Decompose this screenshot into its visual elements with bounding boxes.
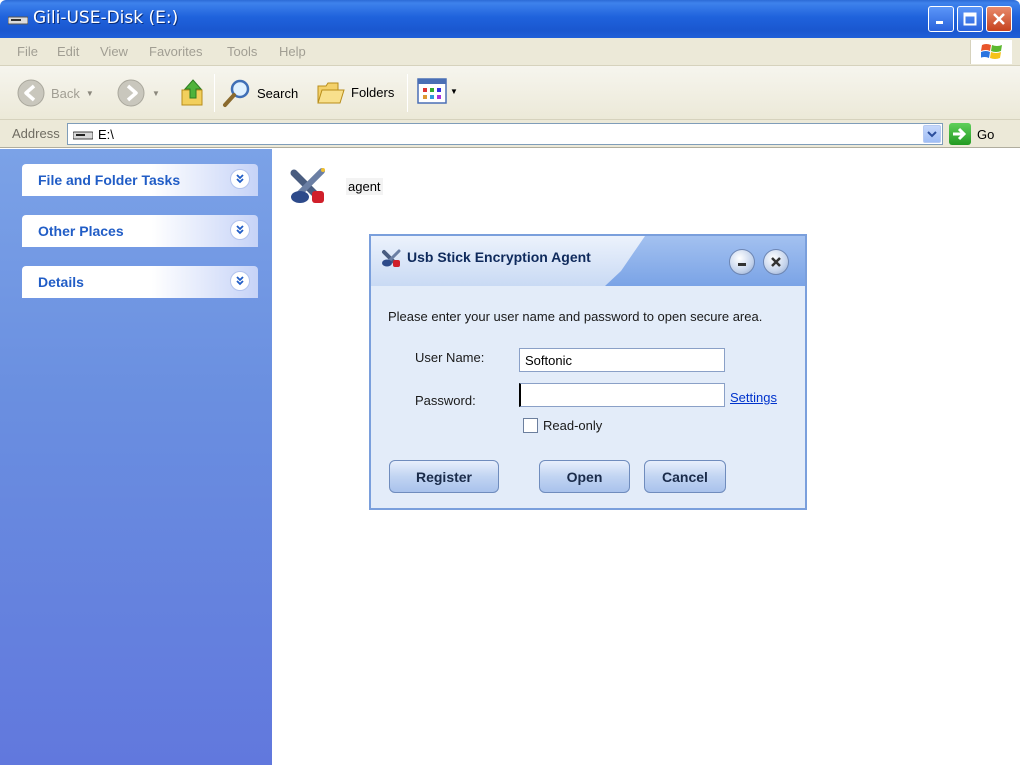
forward-button[interactable]: ▼ — [116, 78, 160, 108]
go-button[interactable]: Go — [949, 123, 994, 145]
menu-favorites[interactable]: Favorites — [149, 44, 202, 59]
views-dropdown-icon[interactable]: ▼ — [450, 87, 458, 96]
readonly-checkbox[interactable] — [523, 418, 538, 433]
minimize-button[interactable] — [928, 6, 954, 32]
menu-bar: File Edit View Favorites Tools Help — [0, 38, 1020, 66]
search-icon — [223, 79, 250, 107]
password-label: Password: — [415, 393, 476, 408]
encryption-agent-dialog: Usb Stick Encryption Agent Please enter … — [369, 234, 807, 510]
dialog-title-bar[interactable]: Usb Stick Encryption Agent — [371, 236, 805, 286]
folders-icon — [317, 82, 345, 104]
back-arrow-icon — [17, 79, 45, 107]
back-button[interactable]: Back ▼ — [16, 78, 94, 108]
search-button[interactable]: Search — [222, 78, 298, 108]
menu-tools[interactable]: Tools — [227, 44, 257, 59]
address-value: E:\ — [98, 127, 114, 142]
up-folder-icon — [181, 79, 203, 106]
panel-file-folder-tasks[interactable]: File and Folder Tasks — [22, 164, 258, 196]
double-chevron-down-icon[interactable] — [230, 220, 250, 240]
maximize-icon — [963, 12, 977, 26]
forward-arrow-icon — [117, 79, 145, 107]
file-name: agent — [346, 177, 383, 195]
dialog-minimize-button[interactable] — [729, 249, 755, 275]
panel-title: Details — [38, 274, 84, 290]
address-dropdown-button[interactable] — [923, 125, 941, 143]
views-icon — [417, 78, 447, 104]
register-button[interactable]: Register — [389, 460, 499, 493]
address-label: Address — [12, 126, 60, 141]
views-button[interactable]: ▼ — [417, 78, 458, 104]
settings-link[interactable]: Settings — [730, 390, 777, 405]
encryption-agent-icon — [290, 168, 325, 203]
dialog-close-button[interactable] — [763, 249, 789, 275]
password-input[interactable] — [519, 383, 725, 407]
minimize-icon — [738, 263, 746, 266]
open-button[interactable]: Open — [539, 460, 630, 493]
double-chevron-down-icon[interactable] — [230, 271, 250, 291]
panel-title: File and Folder Tasks — [38, 172, 181, 188]
panel-other-places[interactable]: Other Places — [22, 215, 258, 247]
title-bar[interactable]: Gili-USE-Disk (E:) — [0, 0, 1020, 38]
file-item-agent[interactable]: agent — [288, 165, 383, 207]
forward-dropdown-icon[interactable]: ▼ — [152, 89, 160, 98]
go-arrow-icon — [949, 123, 971, 145]
cancel-button[interactable]: Cancel — [644, 460, 726, 493]
username-input[interactable] — [519, 348, 725, 372]
windows-flag-icon — [980, 44, 1002, 59]
go-label: Go — [977, 126, 995, 142]
windows-logo — [970, 40, 1012, 64]
search-label: Search — [257, 85, 299, 101]
panel-details[interactable]: Details — [22, 266, 258, 298]
username-label: User Name: — [415, 350, 485, 365]
menu-view[interactable]: View — [100, 44, 128, 59]
dialog-title: Usb Stick Encryption Agent — [407, 249, 591, 265]
menu-help[interactable]: Help — [279, 44, 306, 59]
panel-title: Other Places — [38, 223, 124, 239]
folders-label: Folders — [351, 84, 395, 100]
double-chevron-down-icon[interactable] — [230, 169, 250, 189]
toolbar-separator — [407, 74, 408, 112]
address-input[interactable]: E:\ — [67, 123, 943, 145]
drive-icon — [73, 131, 93, 140]
toolbar-separator — [214, 74, 215, 112]
readonly-option[interactable]: Read-only — [523, 418, 602, 433]
maximize-button[interactable] — [957, 6, 983, 32]
close-icon — [993, 13, 1005, 25]
address-bar: Address E:\ Go — [0, 120, 1020, 148]
minimize-icon — [936, 21, 943, 24]
readonly-label: Read-only — [543, 418, 603, 433]
task-pane: File and Folder Tasks Other Places Detai… — [0, 149, 272, 765]
dialog-prompt: Please enter your user name and password… — [388, 309, 763, 324]
drive-icon — [8, 16, 28, 25]
close-button[interactable] — [986, 6, 1012, 32]
back-label: Back — [51, 85, 80, 101]
chevron-down-icon — [927, 131, 937, 138]
window-title: Gili-USE-Disk (E:) — [33, 8, 179, 28]
toolbar: Back ▼ ▼ Search Folders ▼ — [0, 66, 1020, 120]
menu-edit[interactable]: Edit — [57, 44, 79, 59]
back-dropdown-icon[interactable]: ▼ — [86, 89, 94, 98]
up-folder-button[interactable] — [179, 78, 207, 108]
close-icon — [771, 257, 781, 267]
encryption-agent-icon — [382, 249, 401, 267]
menu-file[interactable]: File — [17, 44, 38, 59]
folders-button[interactable]: Folders — [316, 78, 394, 106]
